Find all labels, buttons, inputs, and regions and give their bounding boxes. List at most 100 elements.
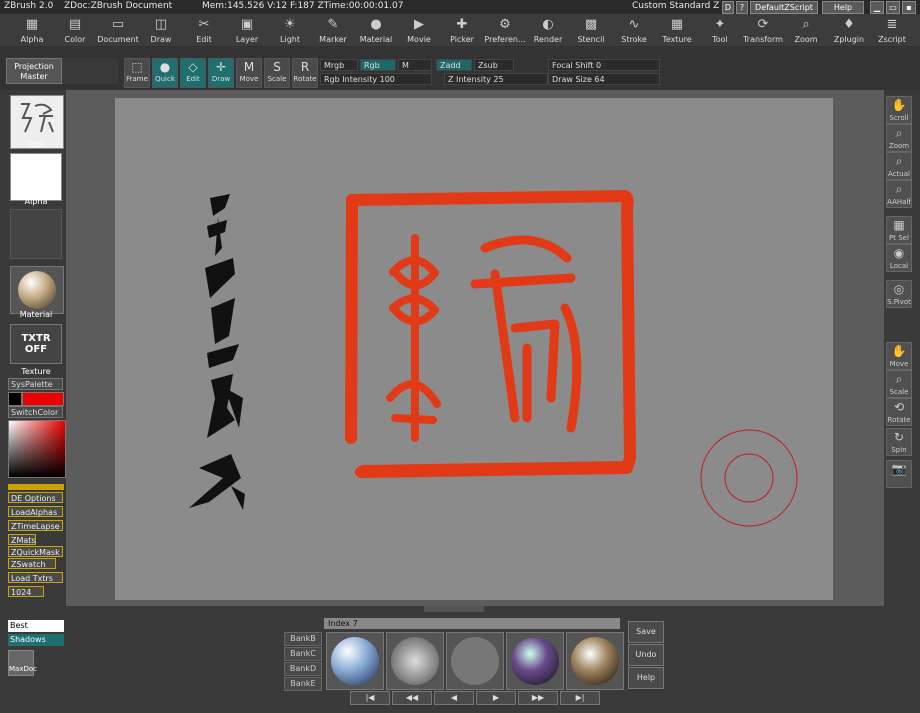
nav-next-button[interactable]: ▶ <box>476 691 516 705</box>
stencil-thumbnail[interactable] <box>10 209 62 259</box>
zswatch-button[interactable]: ZSwatch <box>8 558 56 569</box>
nav-first-button[interactable]: |◀ <box>350 691 390 705</box>
shadows-button[interactable]: Shadows <box>8 634 64 646</box>
nav-last-button[interactable]: ▶| <box>560 691 600 705</box>
texture-off-button[interactable]: TXTR OFF <box>10 324 62 364</box>
maxdoc-button[interactable]: MaxDoc <box>8 650 37 676</box>
primary-color-swatch[interactable] <box>22 392 64 406</box>
menu-zplugin[interactable]: ♦ Zplugin <box>825 17 873 44</box>
bank-b-button[interactable]: BankB <box>284 632 322 646</box>
minimize-icon[interactable]: ▁ <box>870 1 884 14</box>
menu-layer[interactable]: ▣ Layer <box>223 17 271 44</box>
spin-view-button[interactable]: ↻ Spin <box>886 428 912 456</box>
menu-picker[interactable]: ✚ Picker <box>438 17 486 44</box>
menu-texture[interactable]: ▦ Texture <box>653 17 701 44</box>
alpha-thumbnail[interactable] <box>10 153 62 201</box>
draw-size-slider[interactable]: Draw Size 64 <box>548 73 660 85</box>
quick-button[interactable]: ● Quick <box>152 58 178 88</box>
help-button[interactable]: Help <box>822 1 864 14</box>
menu-alpha[interactable]: ▦ Alpha <box>8 17 56 44</box>
nav-rewind-button[interactable]: ◀◀ <box>392 691 432 705</box>
zadd-toggle[interactable]: Zadd <box>436 59 472 71</box>
menu-light[interactable]: ☀ Light <box>266 17 314 44</box>
move-button[interactable]: M Move <box>236 58 262 88</box>
menu-zoom[interactable]: ⌕ Zoom <box>782 17 830 44</box>
rotate-view-button[interactable]: ⟲ Rotate <box>886 398 912 426</box>
material-thumbnail[interactable] <box>10 266 64 314</box>
best-render-button[interactable]: Best <box>8 620 64 632</box>
bank-d-button[interactable]: BankD <box>284 662 322 676</box>
focal-shift-slider[interactable]: Focal Shift 0 <box>548 59 660 71</box>
scale-view-button[interactable]: ⌕ Scale <box>886 370 912 398</box>
frame-button[interactable]: ⬚ Frame <box>124 58 150 88</box>
question-button[interactable]: ? <box>736 1 748 14</box>
load-txtrs-button[interactable]: Load Txtrs <box>8 572 63 583</box>
zsub-toggle[interactable]: Zsub <box>474 59 514 71</box>
actual-view-button[interactable]: ⌕ Actual <box>886 152 912 180</box>
m-toggle[interactable]: M <box>398 59 432 71</box>
menu-material[interactable]: ● Material <box>352 17 400 44</box>
menu-document[interactable]: ▭ Document <box>94 17 142 44</box>
menu-transform[interactable]: ⟳ Transform <box>739 17 787 44</box>
default-zscript-button[interactable]: DefaultZScript <box>750 1 818 14</box>
scale-button[interactable]: S Scale <box>264 58 290 88</box>
document-icon: ▭ <box>111 17 125 32</box>
rgb-toggle[interactable]: Rgb <box>360 59 396 71</box>
menu-stroke[interactable]: ∿ Stroke <box>610 17 658 44</box>
menu-marker[interactable]: ✎ Marker <box>309 17 357 44</box>
material-index-bar[interactable]: Index 7 <box>324 618 620 629</box>
menu-edit[interactable]: ✂ Edit <box>180 17 228 44</box>
de-options-button[interactable]: DE Options <box>8 492 63 503</box>
aahalf-view-button[interactable]: ⌕ AAHalf <box>886 180 912 208</box>
material-thumb-5[interactable] <box>566 632 624 690</box>
bank-c-button[interactable]: BankC <box>284 647 322 661</box>
draw-button[interactable]: ✛ Draw <box>208 58 234 88</box>
rotate-button[interactable]: R Rotate <box>292 58 318 88</box>
zoom-view-button[interactable]: ⌕ Zoom <box>886 124 912 152</box>
secondary-color-swatch[interactable] <box>8 392 22 406</box>
switchcolor-button[interactable]: SwitchColor <box>8 406 63 418</box>
ztimelapse-button[interactable]: ZTimeLapse <box>8 520 63 531</box>
material-thumb-1[interactable] <box>326 632 384 690</box>
menu-stencil[interactable]: ▩ Stencil <box>567 17 615 44</box>
menu-color[interactable]: ▤ Color <box>51 17 99 44</box>
snapshot-view-button[interactable]: 📷 <box>886 460 912 488</box>
save-button[interactable]: Save <box>628 621 664 643</box>
material-thumb-2[interactable] <box>386 632 444 690</box>
projection-master-button[interactable]: Projection Master <box>6 58 62 84</box>
edit-button[interactable]: ◇ Edit <box>180 58 206 88</box>
local-view-button[interactable]: ◉ Local <box>886 244 912 272</box>
help-bottom-button[interactable]: Help <box>628 667 664 689</box>
ptsel-view-button[interactable]: ▦ Pt Sel <box>886 216 912 244</box>
menu-label: Transform <box>743 35 783 44</box>
zmats-button[interactable]: ZMats <box>8 534 36 545</box>
menu-render[interactable]: ◐ Render <box>524 17 572 44</box>
d-button[interactable]: D <box>722 1 734 14</box>
zquickmask-button[interactable]: ZQuickMask <box>8 546 63 557</box>
material-thumb-4[interactable] <box>506 632 564 690</box>
menu-zscript[interactable]: ≣ Zscript <box>868 17 916 44</box>
nav-prev-button[interactable]: ◀ <box>434 691 474 705</box>
move-view-button[interactable]: ✋ Move <box>886 342 912 370</box>
scroll-view-button[interactable]: ✋ Scroll <box>886 96 912 124</box>
undo-button[interactable]: Undo <box>628 644 664 666</box>
bank-e-button[interactable]: BankE <box>284 677 322 691</box>
mrgb-toggle[interactable]: Mrgb <box>320 59 358 71</box>
bottom-collapse-handle[interactable] <box>424 606 484 612</box>
restore-icon[interactable]: ▭ <box>886 1 900 14</box>
spivot-view-button[interactable]: ◎ S.Pivot <box>886 280 912 308</box>
z-intensity-slider[interactable]: Z Intensity 25 <box>444 73 548 85</box>
nav-forward-button[interactable]: ▶▶ <box>518 691 558 705</box>
loadalphas-button[interactable]: LoadAlphas <box>8 506 63 517</box>
syspalette-button[interactable]: SysPalette <box>8 378 63 390</box>
menu-preferen[interactable]: ⚙ Preferen... <box>481 17 529 44</box>
resolution-1024-button[interactable]: 1024 <box>8 586 44 597</box>
menu-draw[interactable]: ◫ Draw <box>137 17 185 44</box>
menu-tool[interactable]: ✦ Tool <box>696 17 744 44</box>
rgb-intensity-slider[interactable]: Rgb Intensity 100 <box>320 73 432 85</box>
color-picker[interactable] <box>8 420 66 478</box>
material-thumb-3[interactable] <box>446 632 504 690</box>
close-icon[interactable]: ▪ <box>902 1 916 14</box>
menu-movie[interactable]: ▶ Movie <box>395 17 443 44</box>
document-canvas[interactable] <box>115 98 833 600</box>
